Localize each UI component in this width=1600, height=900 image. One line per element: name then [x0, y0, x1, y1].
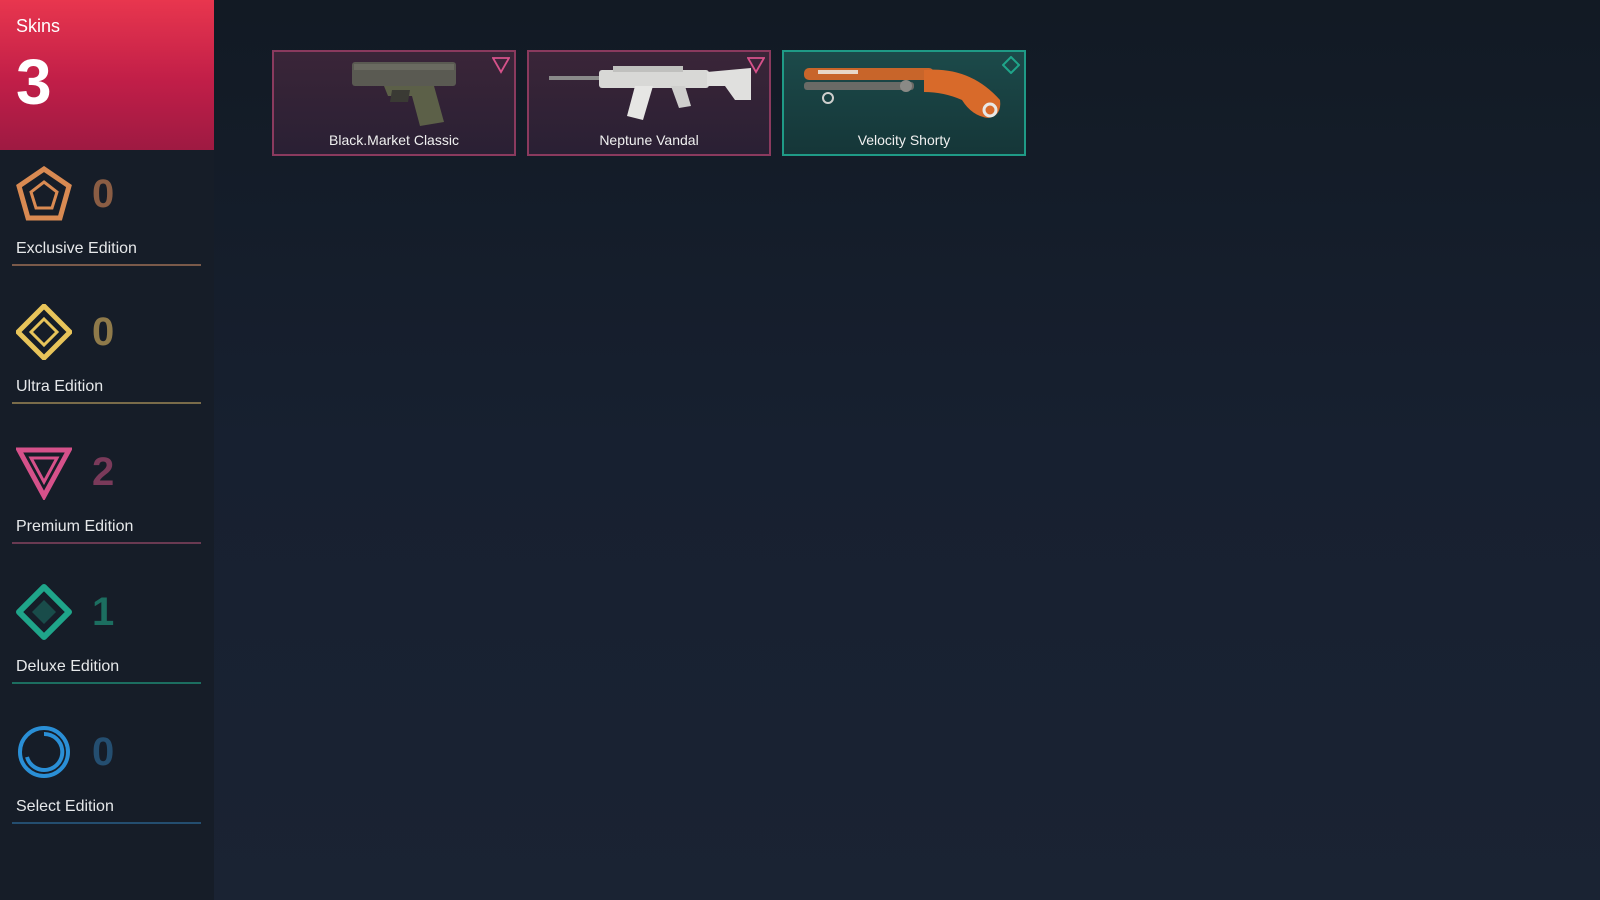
tier-ultra[interactable]: 0 Ultra Edition	[12, 304, 201, 404]
tier-select[interactable]: 0 Select Edition	[12, 724, 201, 824]
skin-name: Neptune Vandal	[599, 132, 699, 148]
premium-edition-icon	[492, 57, 510, 74]
tier-divider	[12, 264, 201, 266]
pistol-image	[352, 62, 456, 126]
tier-exclusive[interactable]: 0 Exclusive Edition	[12, 166, 201, 266]
total-skins-panel: Skins 3	[0, 0, 214, 150]
skin-card-neptune-vandal[interactable]: Neptune Vandal	[527, 50, 771, 156]
ultra-edition-icon	[16, 304, 72, 360]
tier-premium[interactable]: 2 Premium Edition	[12, 444, 201, 544]
tier-divider	[12, 822, 201, 824]
skin-card-black-market-classic[interactable]: Black.Market Classic	[272, 50, 516, 156]
tier-label: Select Edition	[16, 798, 114, 815]
tier-count: 1	[92, 590, 115, 634]
tier-count: 0	[92, 310, 115, 354]
rifle-image	[549, 66, 751, 120]
tier-label: Premium Edition	[16, 518, 134, 535]
skin-name: Velocity Shorty	[857, 132, 951, 148]
shorty-image	[804, 68, 1001, 118]
exclusive-edition-icon	[16, 166, 72, 221]
skin-card-velocity-shorty[interactable]: Velocity Shorty	[782, 50, 1026, 156]
tier-count: 0	[92, 172, 115, 216]
tier-deluxe[interactable]: 1 Deluxe Edition	[12, 584, 201, 684]
premium-edition-icon	[16, 447, 72, 500]
tier-count: 2	[92, 450, 115, 494]
tier-label: Ultra Edition	[16, 378, 104, 395]
deluxe-edition-icon	[1002, 56, 1020, 74]
premium-edition-icon	[747, 57, 765, 74]
sidebar: Skins 3 0 Exclusive Edition 0 Ultra Edit…	[0, 0, 214, 900]
skin-name: Black.Market Classic	[329, 132, 459, 148]
tier-divider	[12, 682, 201, 684]
tier-label: Deluxe Edition	[16, 658, 120, 675]
deluxe-edition-icon	[16, 584, 72, 640]
select-edition-icon	[18, 726, 70, 778]
tier-divider	[12, 542, 201, 544]
total-skins-label: Skins	[16, 16, 61, 36]
tier-count: 0	[92, 730, 115, 774]
total-skins-count: 3	[16, 46, 52, 118]
tier-divider	[12, 402, 201, 404]
tier-label: Exclusive Edition	[16, 240, 137, 257]
